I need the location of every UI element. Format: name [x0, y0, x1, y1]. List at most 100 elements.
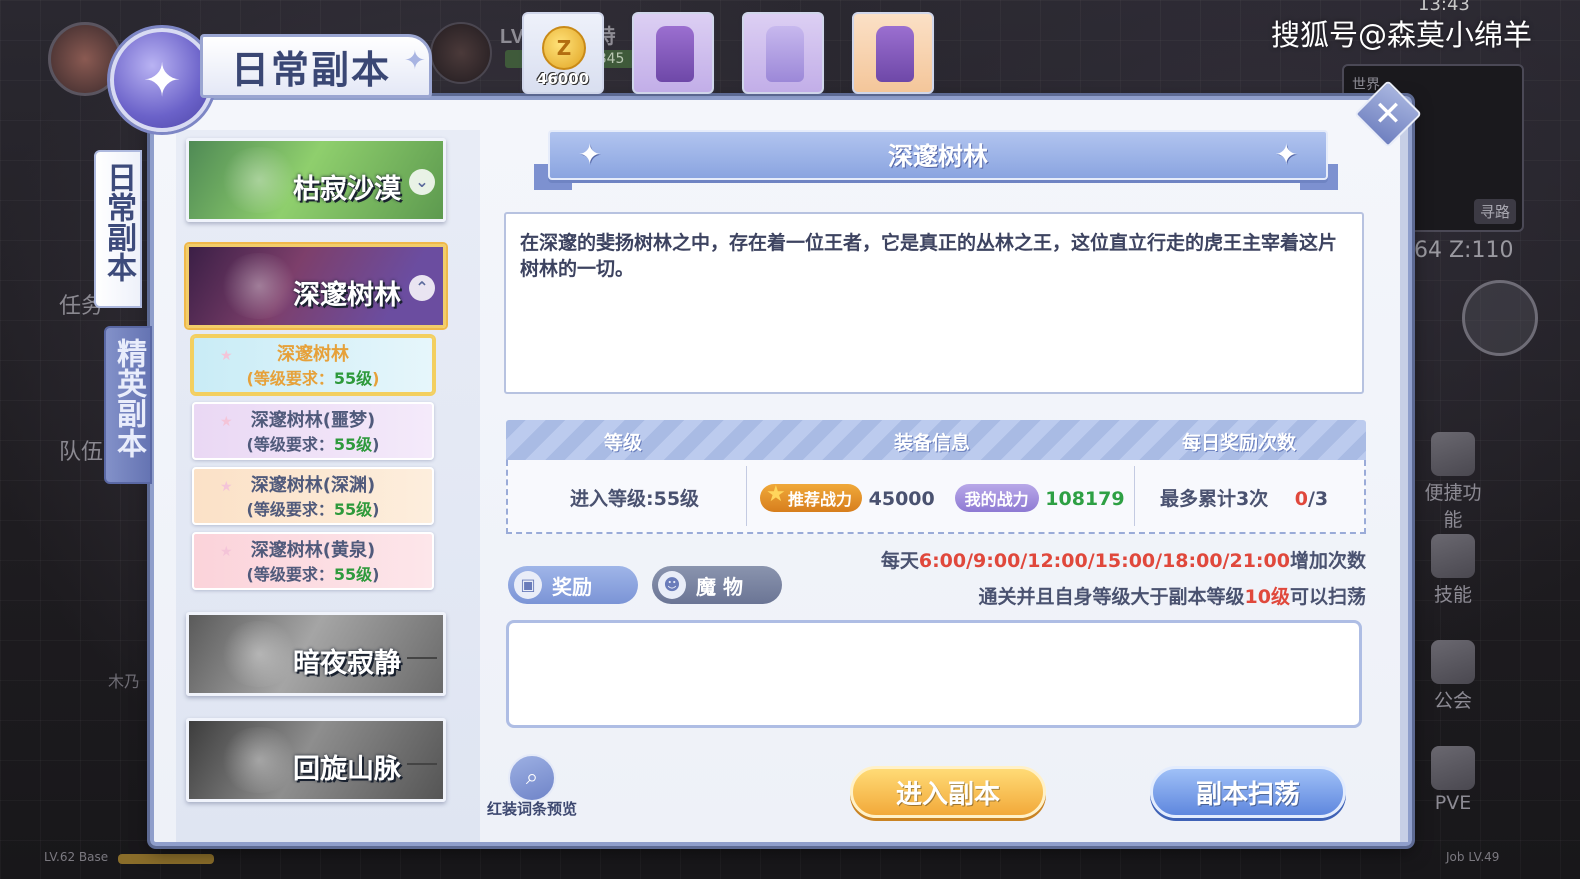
column-divider	[746, 466, 747, 526]
star-icon: ★	[220, 414, 233, 430]
window-border-deco	[1400, 100, 1408, 842]
skill-button[interactable]: 技能	[1420, 534, 1486, 607]
chevron-down-icon: ⌄	[409, 169, 435, 195]
sparkle-icon: ✦	[1274, 138, 1298, 171]
purple-robe-icon	[876, 26, 914, 82]
shortcut-icon	[1431, 432, 1475, 476]
dungeon-label: 回旋山脉	[293, 754, 401, 785]
difficulty-nightmare[interactable]: ★ 深邃树林(噩梦) (等级要求：55级)	[192, 402, 434, 460]
dungeon-art	[219, 253, 299, 319]
sparkle-icon: ✦	[578, 138, 602, 171]
tab-monster-label: 魔 物	[696, 574, 743, 599]
dungeon-description: 在深邃的斐扬树林之中，存在着一位王者，它是真正的丛林之王，这位直立行走的虎王主宰…	[504, 212, 1364, 394]
difficulty-requirement: (等级要求：55级)	[246, 565, 380, 584]
tab-reward[interactable]: ▣ 奖励	[508, 566, 638, 604]
my-power-value: 108179	[1045, 488, 1125, 510]
dungeon-card-desert[interactable]: 枯寂沙漠 ⌄	[186, 138, 446, 222]
difficulty-requirement: (等级要求：55级)	[246, 500, 380, 519]
clock: 13:43	[1418, 0, 1470, 15]
star-icon: ★	[220, 348, 233, 364]
purple-robe-icon	[656, 26, 694, 82]
minimap-nav-button[interactable]: 寻路	[1473, 199, 1516, 224]
shortcut-label: 便捷功能	[1424, 482, 1482, 531]
close-icon: ✕	[1373, 94, 1403, 134]
refresh-time-notice: 每天6:00/9:00/12:00/15:00/18:00/21:00增加次数	[880, 550, 1366, 572]
tab-daily-dungeon[interactable]: 日常副本	[94, 150, 142, 308]
watermark-text: 搜狐号@森莫小绵羊	[1270, 18, 1532, 52]
dungeon-title: 深邃树林	[887, 142, 988, 171]
gift-icon: ▣	[514, 571, 542, 599]
coin-icon: Z	[542, 26, 586, 70]
count-used: 0	[1294, 488, 1308, 510]
reward-item-outfit[interactable]	[742, 12, 824, 94]
reward-item-outfit[interactable]	[632, 12, 714, 94]
lavender-dress-icon	[766, 26, 804, 82]
dungeon-card-spiral-mountains[interactable]: 回旋山脉	[186, 718, 446, 802]
skill-label: 技能	[1433, 584, 1472, 606]
sparkle-icon: ✦	[404, 46, 426, 76]
base-exp-bar	[118, 854, 214, 864]
star-icon: ★	[220, 544, 233, 560]
difficulty-normal[interactable]: ★ 深邃树林 (等级要求：55级)	[192, 336, 434, 394]
reward-item-coin[interactable]: Z 46000	[522, 12, 604, 94]
lock-line-icon	[407, 657, 437, 659]
dungeon-art	[219, 621, 299, 687]
red-gear-preview-button[interactable]: ⌕ 红装词条预览	[480, 754, 584, 819]
difficulty-abyss[interactable]: ★ 深邃树林(深渊) (等级要求：55级)	[192, 467, 434, 525]
team-label: 队伍	[58, 440, 103, 465]
info-table-header: 等级 装备信息 每日奖励次数	[506, 420, 1366, 460]
power-info: 推荐战力 45000 我的战力 108179	[760, 482, 1125, 512]
max-accumulation: 最多累计3次	[1160, 488, 1269, 510]
compass-emblem-icon: ✦	[110, 28, 214, 132]
header-level: 等级	[604, 432, 643, 454]
guild-button[interactable]: 公会	[1420, 640, 1486, 713]
monster-icon: ☻	[658, 571, 686, 599]
team-side-button[interactable]: 队伍	[56, 440, 106, 466]
camera-joystick[interactable]	[1462, 280, 1538, 356]
enter-dungeon-button[interactable]: 进入副本	[850, 766, 1046, 818]
shortcut-button[interactable]: 便捷功能	[1420, 432, 1486, 532]
window-title-banner: 日常副本	[200, 34, 432, 98]
dungeon-card-forest[interactable]: 深邃树林 ⌃	[186, 244, 446, 328]
base-level-label: LV.62 Base	[44, 850, 109, 864]
dungeon-title-ribbon: ✦ 深邃树林 ✦	[548, 130, 1328, 180]
tab-elite-label: 精英副本	[111, 338, 146, 458]
lock-line-icon	[407, 763, 437, 765]
skill-icon	[1431, 534, 1475, 578]
preview-label: 红装词条预览	[486, 800, 577, 818]
target-avatar[interactable]	[430, 22, 492, 84]
difficulty-underworld[interactable]: ★ 深邃树林(黄泉) (等级要求：55级)	[192, 532, 434, 590]
header-daily-count: 每日奖励次数	[1182, 432, 1297, 454]
tab-daily-label: 日常副本	[101, 162, 136, 282]
coordinates-readout: 64 Z:110	[1414, 238, 1514, 263]
npc-name: 木乃	[108, 672, 141, 691]
chevron-up-icon: ⌃	[409, 275, 435, 301]
guild-label: 公会	[1433, 690, 1472, 712]
tab-elite-dungeon[interactable]: 精英副本	[104, 326, 152, 484]
pve-icon	[1431, 746, 1475, 790]
tab-monster[interactable]: ☻ 魔 物	[652, 566, 782, 604]
dungeon-art	[219, 147, 299, 213]
column-divider	[1134, 466, 1135, 526]
daily-count: 最多累计3次 0/3	[1160, 484, 1328, 511]
guild-icon	[1431, 640, 1475, 684]
header-gear: 装备信息	[894, 432, 971, 454]
difficulty-requirement: (等级要求：55级)	[246, 435, 380, 454]
my-power-badge: 我的战力	[954, 484, 1039, 512]
info-table-row: 进入等级:55级 推荐战力 45000 我的战力 108179 最多累计3次 0…	[506, 460, 1366, 534]
difficulty-requirement: (等级要求：55级)	[246, 369, 380, 388]
reward-qty: 46000	[536, 70, 590, 88]
magnifier-icon: ⌕	[508, 754, 556, 802]
pve-button[interactable]: PVE	[1420, 746, 1486, 814]
dungeon-info-table: 等级 装备信息 每日奖励次数 进入等级:55级 推荐战力 45000 我的战力 …	[506, 420, 1366, 534]
sweep-dungeon-button[interactable]: 副本扫荡	[1150, 766, 1346, 818]
pve-label: PVE	[1434, 792, 1472, 814]
reward-list	[506, 620, 1362, 728]
dungeon-label: 枯寂沙漠	[293, 174, 401, 205]
dungeon-card-night-silence[interactable]: 暗夜寂静	[186, 612, 446, 696]
recommended-power-value: 45000	[868, 488, 935, 510]
star-icon: ★	[220, 479, 233, 495]
reward-item-outfit[interactable]	[852, 12, 934, 94]
job-level-label: Job LV.49	[1446, 850, 1500, 864]
dungeon-label: 暗夜寂静	[293, 648, 401, 679]
